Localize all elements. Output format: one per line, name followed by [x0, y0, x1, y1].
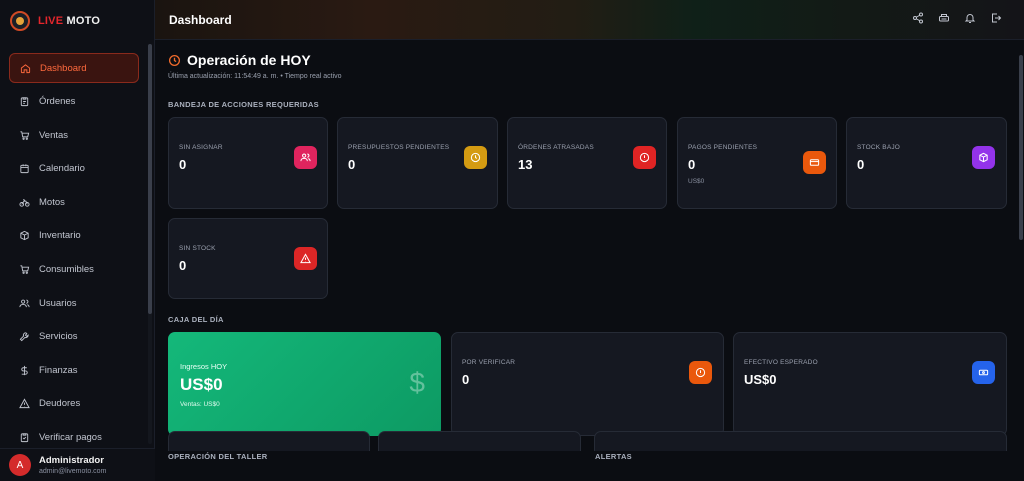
sidebar-item-label: Servicios: [39, 331, 78, 343]
bike-icon: [19, 197, 30, 208]
clock-icon: [464, 146, 487, 169]
section-label-alerts: ALERTAS: [595, 452, 632, 461]
cart-icon: [19, 264, 30, 275]
sidebar-item-ordenes[interactable]: Órdenes: [9, 87, 139, 117]
sidebar-item-servicios[interactable]: Servicios: [9, 322, 139, 352]
printer-icon[interactable]: [938, 12, 950, 24]
sidebar: LIVE MOTO Dashboard Órdenes Ventas Calen…: [0, 0, 155, 481]
sidebar-item-label: Ventas: [39, 129, 69, 141]
user-email: admin@livemoto.com: [39, 468, 107, 475]
sidebar-item-label: Inventario: [39, 230, 81, 242]
sidebar-item-dashboard[interactable]: Dashboard: [9, 53, 139, 83]
sidebar-nav: Dashboard Órdenes Ventas Calendario Moto…: [9, 53, 139, 456]
action-card-presupuestos[interactable]: PRESUPUESTOS PENDIENTES 0: [337, 117, 498, 209]
users-icon: [294, 146, 317, 169]
sidebar-item-label: Motos: [39, 196, 65, 208]
brand-name: LIVE MOTO: [38, 15, 101, 27]
sidebar-item-motos[interactable]: Motos: [9, 187, 139, 217]
sidebar-scrollbar-thumb[interactable]: [148, 44, 152, 314]
user-profile[interactable]: A Administrador admin@livemoto.com: [0, 448, 155, 481]
action-card-stock-bajo[interactable]: STOCK BAJO 0: [846, 117, 1007, 209]
users-icon: [19, 298, 30, 309]
page-subtitle: Última actualización: 11:54:49 a. m. • T…: [168, 73, 342, 80]
sidebar-item-label: Verificar pagos: [39, 432, 102, 444]
clock-icon: [168, 54, 181, 66]
verify-card[interactable]: POR VERIFICAR 0: [451, 332, 724, 436]
sidebar-item-finanzas[interactable]: Finanzas: [9, 355, 139, 385]
cash-icon: [972, 361, 995, 384]
header-actions: [912, 12, 1002, 24]
calendar-icon: [19, 163, 30, 174]
sidebar-item-label: Dashboard: [40, 62, 87, 74]
top-header: Dashboard: [155, 0, 1024, 40]
cart-icon: [19, 130, 30, 141]
clipboard-icon: [19, 432, 30, 443]
alerts-card[interactable]: [594, 431, 1007, 451]
home-icon: [20, 63, 31, 74]
section-label-workshop: OPERACIÓN DEL TALLER: [168, 452, 268, 461]
bell-icon[interactable]: [964, 12, 976, 24]
page-title: Operación de HOY: [168, 52, 311, 68]
alert-circle-icon: [633, 146, 656, 169]
sidebar-item-deudores[interactable]: Deudores: [9, 389, 139, 419]
sidebar-item-label: Deudores: [39, 398, 81, 410]
action-card-sin-asignar[interactable]: SIN ASIGNAR 0: [168, 117, 328, 209]
warning-icon: [294, 247, 317, 270]
sidebar-item-label: Órdenes: [39, 96, 76, 108]
header-title: Dashboard: [169, 13, 232, 27]
income-card[interactable]: Ingresos HOY US$0 Ventas: US$0 $: [168, 332, 441, 436]
wrench-icon: [19, 331, 30, 342]
sidebar-item-ventas[interactable]: Ventas: [9, 120, 139, 150]
logout-icon[interactable]: [990, 12, 1002, 24]
share-icon[interactable]: [912, 12, 924, 24]
sidebar-item-usuarios[interactable]: Usuarios: [9, 288, 139, 318]
brand[interactable]: LIVE MOTO: [10, 11, 100, 31]
avatar: A: [9, 454, 31, 476]
sidebar-item-label: Consumibles: [39, 264, 94, 276]
brand-logo-icon: [10, 11, 30, 31]
action-card-pagos-pendientes[interactable]: PAGOS PENDIENTES 0 US$0: [677, 117, 837, 209]
workshop-card-2[interactable]: [378, 431, 581, 451]
sidebar-item-label: Calendario: [39, 163, 85, 175]
sidebar-item-consumibles[interactable]: Consumibles: [9, 255, 139, 285]
section-label-cash: CAJA DEL DÍA: [168, 315, 224, 324]
sidebar-item-label: Usuarios: [39, 297, 77, 309]
main-scrollbar-thumb[interactable]: [1019, 55, 1023, 240]
sidebar-item-calendario[interactable]: Calendario: [9, 154, 139, 184]
action-card-ordenes-atrasadas[interactable]: ÓRDENES ATRASADAS 13: [507, 117, 667, 209]
sidebar-item-inventario[interactable]: Inventario: [9, 221, 139, 251]
workshop-card-1[interactable]: [168, 431, 370, 451]
package-icon: [972, 146, 995, 169]
dollar-icon: [19, 365, 30, 376]
action-card-sin-stock[interactable]: SIN STOCK 0: [168, 218, 328, 299]
section-label-actions: BANDEJA DE ACCIONES REQUERIDAS: [168, 100, 319, 109]
dollar-icon: $: [409, 367, 425, 398]
sidebar-item-label: Finanzas: [39, 364, 78, 376]
expected-cash-card[interactable]: EFECTIVO ESPERADO US$0: [733, 332, 1007, 436]
clipboard-icon: [19, 96, 30, 107]
alert-circle-icon: [689, 361, 712, 384]
warning-icon: [19, 398, 30, 409]
box-icon: [19, 230, 30, 241]
user-name: Administrador: [39, 455, 104, 466]
credit-card-icon: [803, 151, 826, 174]
